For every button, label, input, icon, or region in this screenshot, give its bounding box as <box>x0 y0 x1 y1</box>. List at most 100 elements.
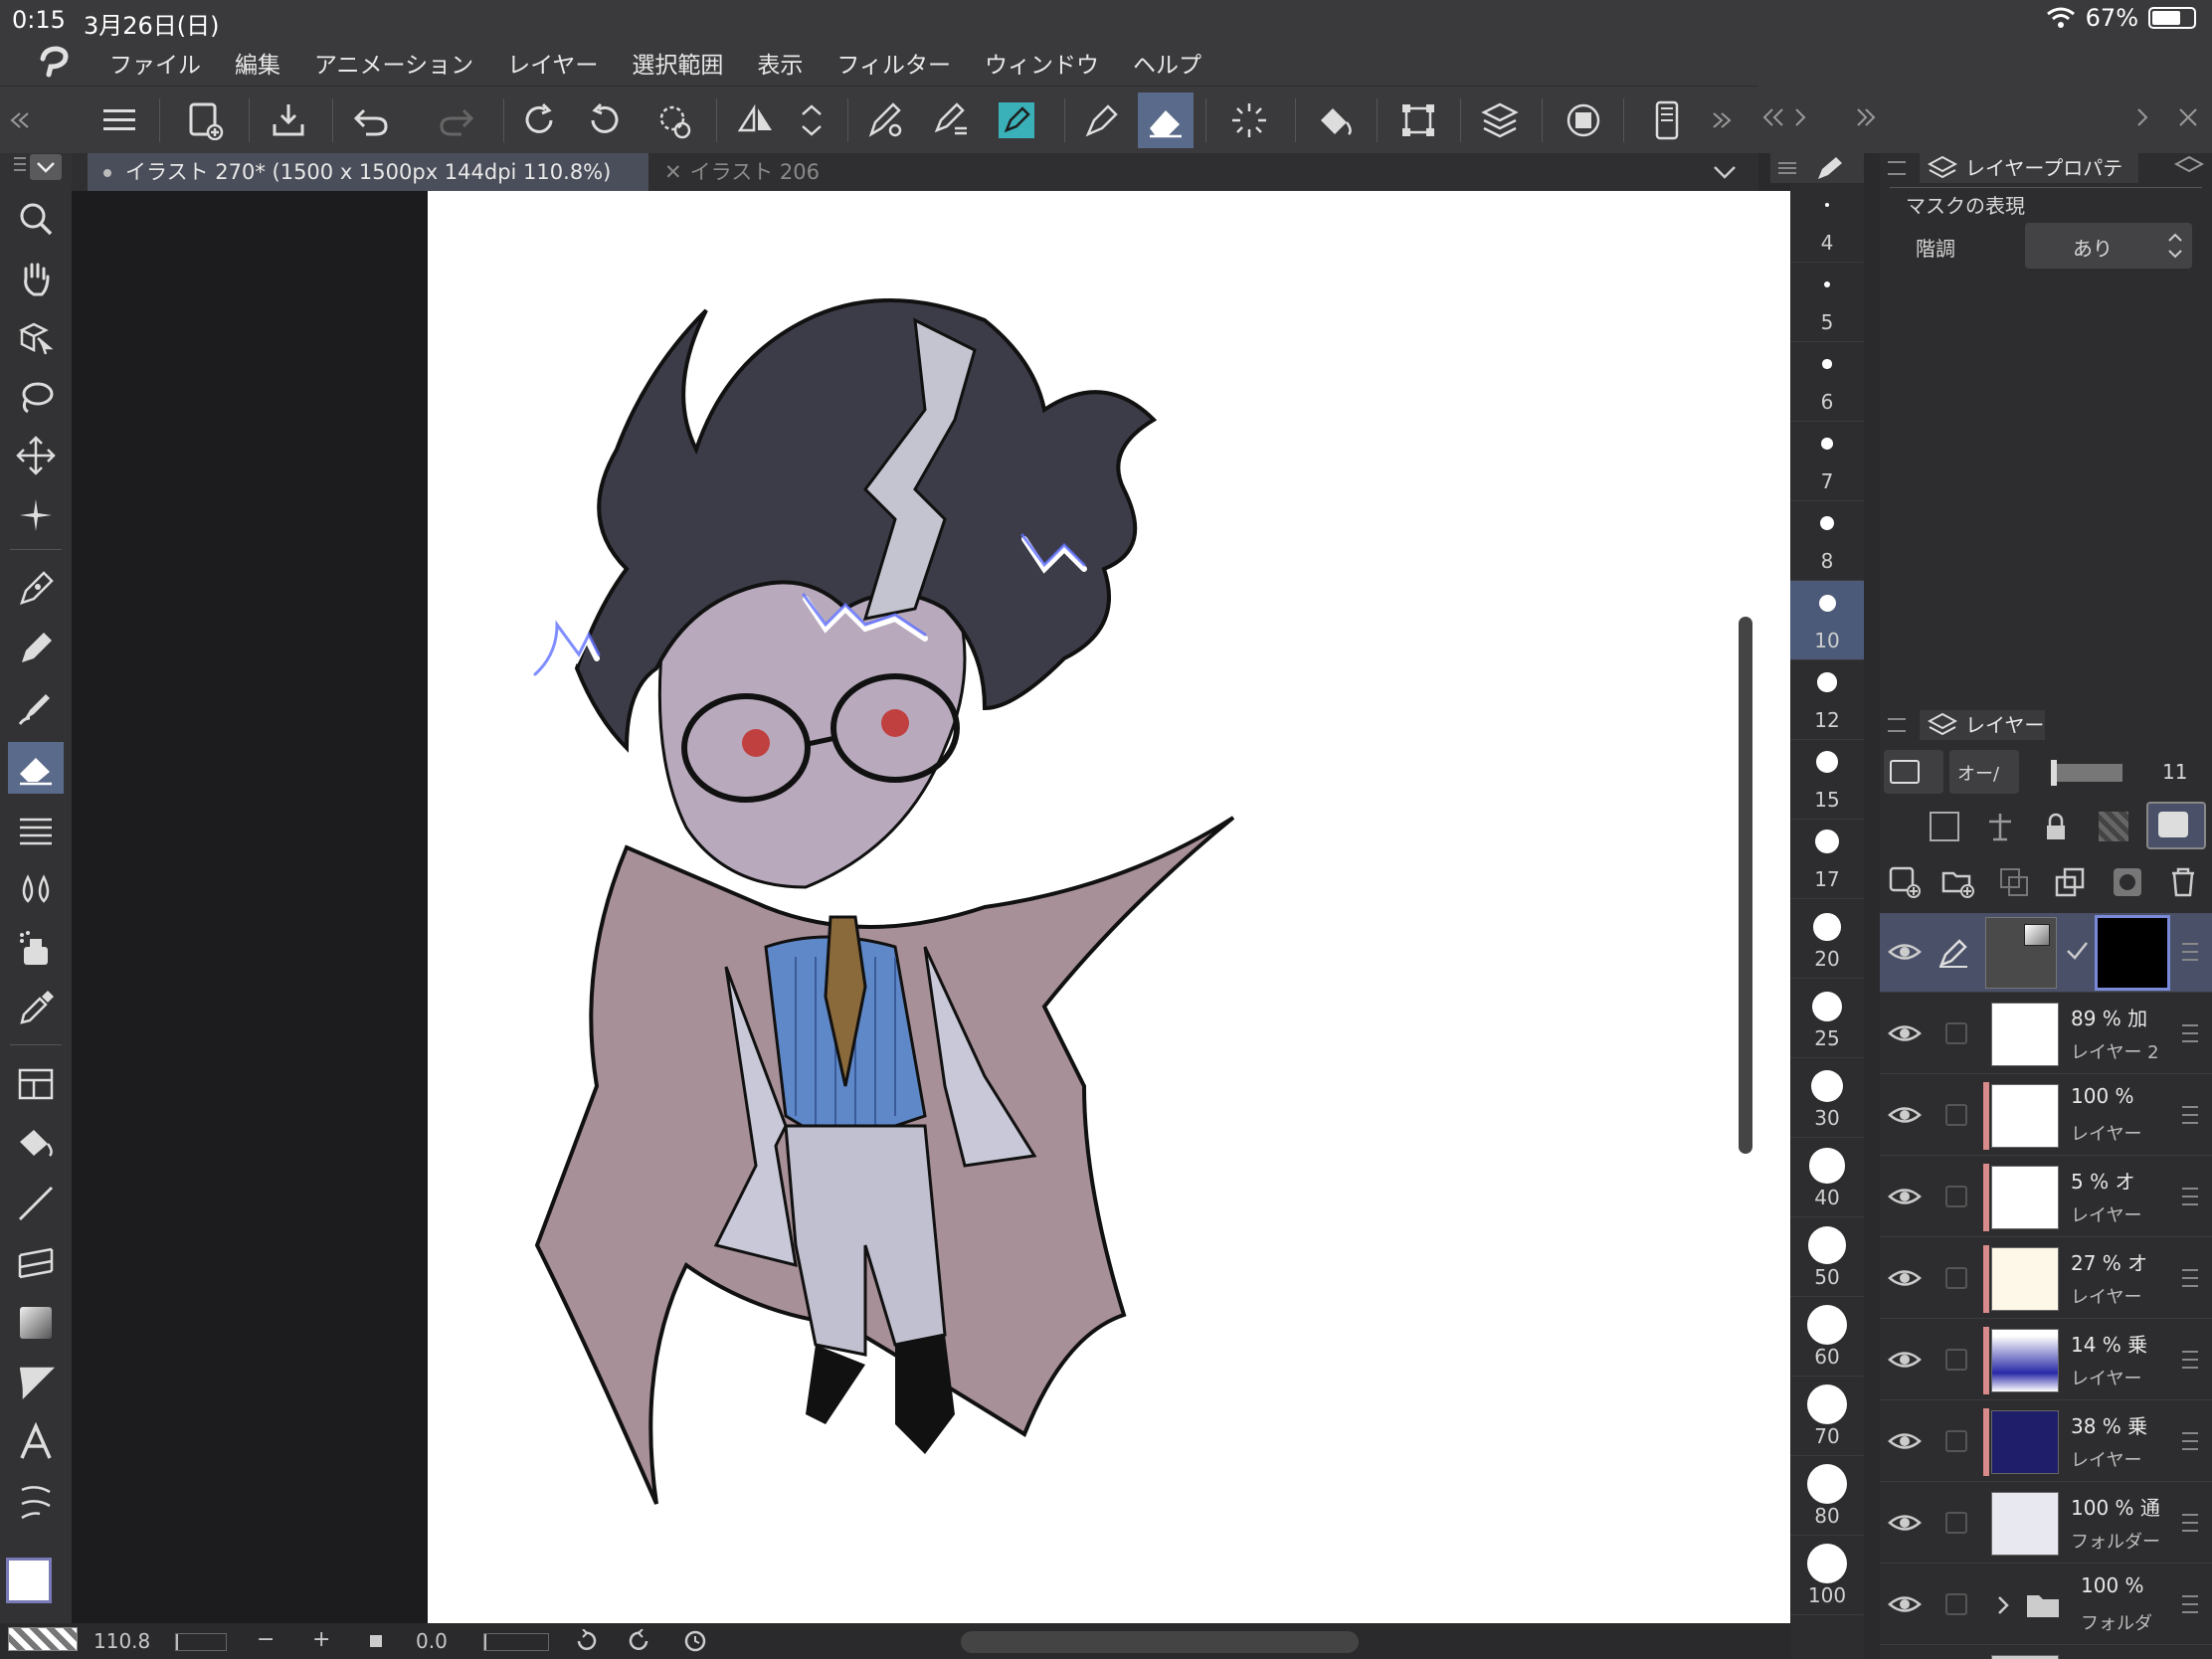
rotate-ccw-icon[interactable] <box>573 1629 599 1653</box>
device-icon[interactable] <box>1639 92 1695 148</box>
tab-illustration-270[interactable]: イラスト 270* (1500 x 1500px 144dpi 110.8%) <box>88 153 648 191</box>
layer-drag-handle-icon[interactable] <box>2182 1024 2198 1042</box>
mask-icon[interactable] <box>1556 92 1611 148</box>
eye-icon[interactable] <box>1888 937 1922 967</box>
panel-chevron-right-icon[interactable] <box>2132 105 2152 129</box>
menu-edit[interactable]: 編集 <box>235 46 280 80</box>
brush-size-item[interactable]: 5 <box>1790 263 1864 342</box>
layer-check-box[interactable] <box>1945 1512 1967 1534</box>
menu-animation[interactable]: アニメーション <box>314 46 473 80</box>
tab-illustration-206[interactable]: ✕ イラスト 206 <box>648 153 847 191</box>
menu-file[interactable]: ファイル <box>109 46 201 80</box>
gradient-tool-icon[interactable] <box>8 1297 64 1349</box>
transform-icon[interactable] <box>1390 92 1446 148</box>
menu-filter[interactable]: フィルター <box>836 46 951 80</box>
eraser-tool-left-icon[interactable] <box>8 742 64 794</box>
panel-expand-right-icon[interactable] <box>1854 105 1878 129</box>
vector-pen-icon[interactable] <box>989 92 1044 148</box>
add-mask-icon[interactable] <box>2111 865 2144 899</box>
brush-size-item[interactable]: 30 <box>1790 1058 1864 1138</box>
layer-drag-handle-icon[interactable] <box>2182 1269 2198 1287</box>
frame-tool-icon[interactable] <box>8 1058 64 1110</box>
layer-thumbnail[interactable] <box>1991 1166 2059 1229</box>
zoom-in-button[interactable]: + <box>312 1627 330 1652</box>
eye-icon[interactable] <box>1888 1100 1922 1130</box>
menu-view[interactable]: 表示 <box>757 46 803 80</box>
menu-layer[interactable]: レイヤー <box>507 46 598 80</box>
brush-size-item[interactable]: 20 <box>1790 899 1864 979</box>
balloon-tool-icon[interactable] <box>8 1476 64 1528</box>
line-tool-icon[interactable] <box>8 1178 64 1229</box>
layer-row[interactable]: 100 % 通フォルダー <box>1880 1484 2212 1564</box>
hamburger-menu-icon[interactable] <box>92 92 147 148</box>
layer-drag-handle-icon[interactable] <box>2182 1432 2198 1450</box>
props-panel-menu-icon[interactable] <box>1888 161 1906 175</box>
new-folder-icon[interactable] <box>1941 865 1975 899</box>
fit-view-icon[interactable] <box>370 1635 382 1647</box>
ruler-tool-icon[interactable] <box>8 1237 64 1289</box>
select-spinner-icon[interactable] <box>1221 92 1277 148</box>
layer-thumbnail[interactable] <box>1991 1003 2059 1066</box>
panel-close-icon[interactable] <box>2176 105 2200 129</box>
zoom-slider[interactable] <box>175 1633 227 1651</box>
deco-tool-icon[interactable] <box>8 804 64 855</box>
layer-drag-handle-icon[interactable] <box>2182 1595 2198 1613</box>
brush-size-item[interactable]: 7 <box>1790 422 1864 501</box>
eye-icon[interactable] <box>1888 1345 1922 1375</box>
brush-size-item[interactable]: 12 <box>1790 660 1864 740</box>
layer-thumbnail[interactable] <box>1991 1329 2059 1392</box>
rotate-right-icon[interactable] <box>511 92 567 148</box>
rotate-left-icon[interactable] <box>577 92 633 148</box>
reset-view-icon[interactable] <box>646 92 702 148</box>
brush-size-menu-icon[interactable] <box>1770 153 1864 183</box>
layer-row[interactable]: 12 % 通 <box>1880 1647 2212 1659</box>
layer-color-select[interactable] <box>1884 750 1943 794</box>
export-icon[interactable] <box>261 92 316 148</box>
collapse-right-icon[interactable] <box>1697 92 1747 148</box>
brush-size-item[interactable]: 40 <box>1790 1138 1864 1217</box>
tab-close-icon[interactable]: ✕ <box>664 160 682 184</box>
collapse-left-icon[interactable] <box>4 92 34 148</box>
layer-stack-icon[interactable] <box>1472 92 1528 148</box>
merge-down-icon[interactable] <box>1997 865 2031 899</box>
eraser-tool-icon[interactable] <box>1138 92 1194 148</box>
layer-check-box[interactable] <box>1945 1267 1967 1289</box>
layer-thumbnail[interactable] <box>1991 1492 2059 1556</box>
eyedropper-tool-icon[interactable] <box>8 983 64 1034</box>
horizontal-scrollbar[interactable] <box>961 1631 1359 1653</box>
props-panel-extra-icon[interactable] <box>2174 155 2204 181</box>
brush-size-item[interactable]: 8 <box>1790 501 1864 581</box>
eye-icon[interactable] <box>1888 1426 1922 1456</box>
brush-size-item[interactable]: 15 <box>1790 740 1864 820</box>
brush-tool-icon[interactable] <box>8 682 64 734</box>
pen-tool-icon[interactable] <box>1074 92 1130 148</box>
fill-icon[interactable] <box>1307 92 1363 148</box>
layer-check-box[interactable] <box>1945 1349 1967 1371</box>
brush-size-item[interactable]: 25 <box>1790 979 1864 1058</box>
main-color-swatch[interactable] <box>6 1558 52 1603</box>
layer-drag-handle-icon[interactable] <box>2182 1106 2198 1124</box>
layer-thumbnail[interactable] <box>1991 1247 2059 1311</box>
fill-tool-icon[interactable] <box>8 1118 64 1170</box>
layer-drag-handle-icon[interactable] <box>2182 1514 2198 1532</box>
mask-enable-icon[interactable] <box>2146 802 2206 849</box>
menu-window[interactable]: ウィンドウ <box>985 46 1099 80</box>
layer-drag-handle-icon[interactable] <box>2182 943 2198 961</box>
app-logo-icon[interactable] <box>0 40 109 86</box>
pen-list-icon[interactable] <box>923 92 979 148</box>
delete-layer-icon[interactable] <box>2166 865 2200 899</box>
pencil-tool-icon[interactable] <box>8 623 64 674</box>
gradation-select[interactable]: あり <box>2025 223 2192 269</box>
new-layer-icon[interactable] <box>1888 865 1922 899</box>
object-select-icon[interactable] <box>8 312 64 364</box>
brush-size-item[interactable]: 17 <box>1790 820 1864 899</box>
transparency-toggle-icon[interactable] <box>8 1627 78 1651</box>
layer-check-box[interactable] <box>1945 1186 1967 1207</box>
blend-tool-icon[interactable] <box>8 863 64 915</box>
menu-help[interactable]: ヘルプ <box>1133 46 1201 80</box>
tab-layer[interactable]: レイヤー <box>1920 710 2045 740</box>
layer-thumbnail[interactable] <box>1991 1655 2059 1659</box>
tabs-dropdown-icon[interactable] <box>1711 161 1739 183</box>
brush-size-item[interactable]: 70 <box>1790 1377 1864 1456</box>
layer-panel-menu-icon[interactable] <box>1888 718 1906 732</box>
